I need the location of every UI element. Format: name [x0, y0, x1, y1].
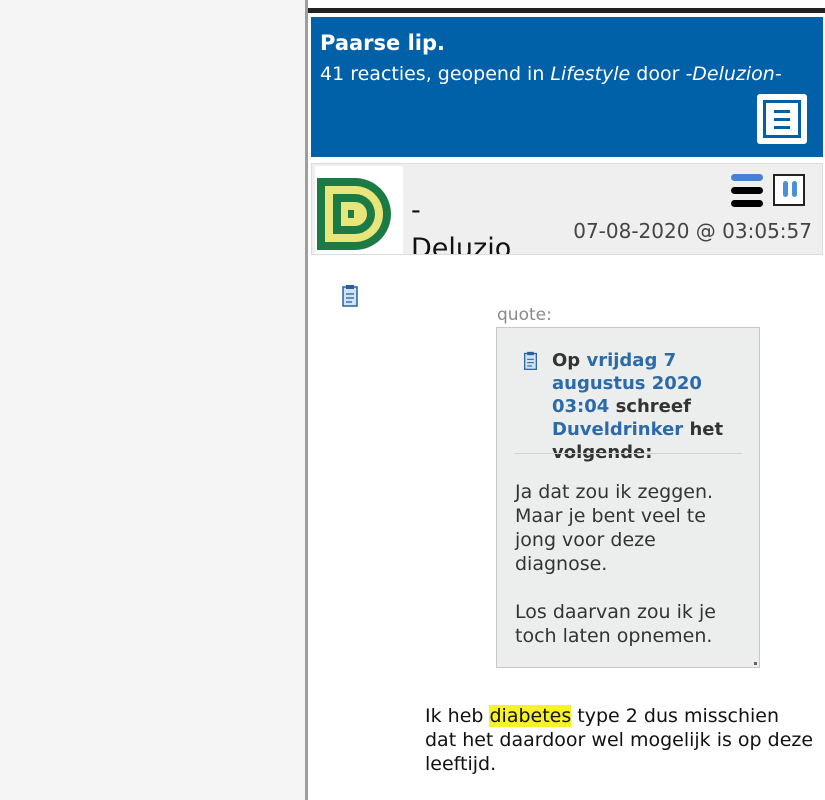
reply-before: Ik heb [425, 705, 490, 727]
topic-menu-button[interactable] [757, 94, 807, 144]
document-icon[interactable] [522, 351, 539, 375]
post-username[interactable]: -Deluzion- [411, 192, 511, 254]
topic-category-link[interactable]: Lifestyle [550, 63, 630, 85]
topic-view: Paarse lip. 41 reacties, geopend in Life… [308, 0, 825, 800]
topic-header: Paarse lip. 41 reacties, geopend in Life… [311, 17, 823, 157]
quote-paragraph: Los daarvan zou ik je toch laten opnemen… [515, 601, 716, 647]
topic-meta: 41 reacties, geopend in Lifestyle door -… [320, 63, 782, 85]
topic-meta-mid: door [630, 63, 686, 85]
resize-grip[interactable] [754, 662, 757, 665]
document-icon[interactable] [340, 284, 360, 312]
top-rule [308, 8, 825, 13]
reply-text: Ik heb diabetes type 2 dus misschien dat… [425, 704, 815, 776]
quote-label: quote: [497, 305, 552, 325]
quote-header-prefix: Op [552, 350, 581, 371]
quote-header: Op vrijdag 7 augustus 2020 03:04 schreef… [552, 349, 752, 464]
quote-user-link[interactable]: Duveldrinker [552, 419, 683, 440]
quote-button[interactable] [773, 174, 805, 206]
post-date: 07-08-2020 @ 03:05:57 [573, 219, 812, 243]
quote-paragraph: Ja dat zou ik zeggen. Maar je bent veel … [515, 481, 714, 575]
left-pane [0, 0, 305, 800]
quote-separator [515, 453, 742, 454]
topic-author-link[interactable]: -Deluzion- [685, 63, 781, 85]
post-header: -Deluzion- 07-08-2020 @ 03:05:57 [311, 163, 823, 255]
hamburger-menu-icon [763, 100, 801, 138]
quote-block: Op vrijdag 7 augustus 2020 03:04 schreef… [496, 327, 760, 668]
topic-title: Paarse lip. [320, 31, 445, 55]
topic-meta-prefix: 41 reacties, geopend in [320, 63, 551, 85]
highlighted-keyword[interactable]: diabetes [489, 705, 572, 727]
quote-header-wrote: schreef [615, 396, 691, 417]
user-avatar[interactable] [315, 166, 403, 254]
quote-body: Ja dat zou ik zeggen. Maar je bent veel … [515, 480, 745, 672]
dd-logo-icon [315, 166, 403, 254]
profile-menu-icon[interactable] [731, 174, 763, 208]
